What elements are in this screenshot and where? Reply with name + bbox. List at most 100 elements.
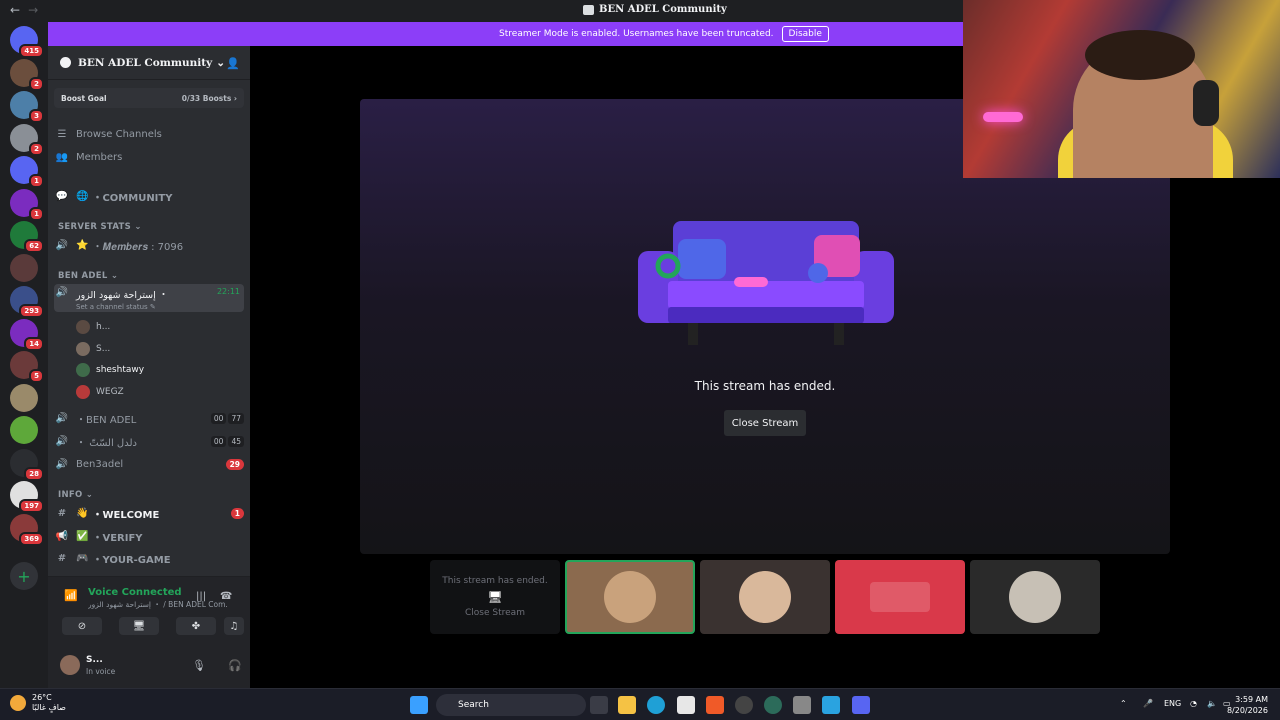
voice-channel-path[interactable]: إستراحة شهود الزور ・ / BEN ADEL Com... bbox=[88, 599, 228, 610]
active-voice-channel[interactable]: 🔊 إستراحة شهود الزور ・ Set a channel sta… bbox=[54, 284, 244, 312]
server-icon[interactable]: 1 bbox=[10, 156, 44, 188]
soundboard-icon[interactable]: ♫ bbox=[224, 617, 244, 635]
server-icon[interactable]: 197 bbox=[10, 481, 44, 513]
server-icon[interactable]: 369 bbox=[10, 513, 44, 546]
headphones-icon[interactable]: 🎧 bbox=[228, 659, 242, 672]
window-title-text: BEN ADEL Community bbox=[599, 4, 727, 15]
avatar bbox=[76, 384, 90, 399]
server-icon[interactable]: 415 bbox=[10, 26, 44, 58]
back-arrow-icon[interactable]: ← bbox=[10, 3, 20, 17]
microphone-icon[interactable]: 🎤 bbox=[1143, 699, 1153, 708]
screen-share-icon[interactable]: 🖥 bbox=[119, 617, 159, 635]
clock[interactable]: 3:59 AM 8/20/2026 bbox=[1227, 694, 1268, 716]
activities-icon[interactable]: ✤ bbox=[176, 617, 216, 635]
settings-icon[interactable] bbox=[793, 696, 811, 714]
wifi-icon[interactable]: ◔ bbox=[1190, 699, 1197, 708]
avatar bbox=[1009, 571, 1061, 623]
avatar[interactable] bbox=[60, 655, 80, 675]
app-icon[interactable] bbox=[764, 696, 782, 714]
signal-icon: 📶 bbox=[64, 589, 78, 602]
category-server-stats[interactable]: SERVER STATS ⌄ bbox=[58, 222, 142, 232]
voice-member[interactable]: h... bbox=[76, 318, 110, 336]
add-server-button[interactable]: + bbox=[10, 562, 38, 590]
server-icon[interactable]: 293 bbox=[10, 286, 44, 318]
channel-community[interactable]: 💬 🌐 ・COMMUNITY bbox=[54, 186, 244, 206]
chevron-up-icon[interactable]: ⌃ bbox=[1120, 699, 1127, 708]
language-indicator[interactable]: ENG bbox=[1164, 699, 1181, 708]
category-ben-adel[interactable]: BEN ADEL ⌄ bbox=[58, 271, 118, 281]
task-view-icon[interactable] bbox=[590, 696, 608, 714]
app-icon[interactable] bbox=[822, 696, 840, 714]
microphone-icon[interactable]: 🎙 bbox=[192, 659, 206, 672]
file-explorer-icon[interactable] bbox=[618, 696, 636, 714]
participant-tile[interactable] bbox=[970, 560, 1100, 634]
weather-widget[interactable]: 26°C صافٍ غالبًا bbox=[10, 693, 66, 713]
participant-tile[interactable] bbox=[700, 560, 830, 634]
voice-icon: 🔊 bbox=[55, 435, 69, 447]
channel-your-game[interactable]: # 🎮 ・YOUR-GAME bbox=[54, 548, 244, 568]
gamepad-icon: 🎮 bbox=[76, 552, 89, 564]
server-icon[interactable]: 2 bbox=[10, 123, 44, 156]
channel-ben3adel[interactable]: 🔊 Ben3adel 29 bbox=[54, 454, 244, 474]
members-stat-label: ・𝑴𝒆𝒎𝒃𝒆𝒓𝒔 : 7096 bbox=[92, 241, 184, 253]
voice-member[interactable]: S... bbox=[76, 340, 110, 358]
windows-start-icon[interactable] bbox=[410, 696, 428, 714]
vc3-counts: 00 45 bbox=[210, 435, 244, 447]
unread-badge: 2 bbox=[29, 76, 44, 91]
server-icon[interactable]: 2 bbox=[10, 58, 44, 91]
participant-tile[interactable] bbox=[835, 560, 965, 634]
channel-members-stat[interactable]: 🔊 ⭐ ・𝑴𝒆𝒎𝒃𝒆𝒓𝒔 : 7096 bbox=[54, 235, 244, 255]
tile-close-text: Close Stream bbox=[465, 608, 525, 618]
server-icon[interactable]: 1 bbox=[10, 188, 44, 221]
server-icon[interactable] bbox=[10, 416, 38, 444]
volume-icon[interactable]: 🔈 bbox=[1207, 699, 1217, 708]
brave-icon[interactable] bbox=[706, 696, 724, 714]
vc2-label: ・BEN ADEL bbox=[76, 414, 137, 426]
discord-taskbar-icon[interactable] bbox=[852, 696, 870, 714]
members-link[interactable]: 👥 Members bbox=[54, 147, 244, 167]
channel-ben-adel[interactable]: 🔊 ・BEN ADEL 00 77 bbox=[54, 408, 244, 428]
members-label: Members bbox=[76, 151, 123, 163]
invite-people-icon[interactable]: 👤 bbox=[226, 57, 240, 70]
weather-icon bbox=[10, 695, 26, 711]
server-icon[interactable]: 3 bbox=[10, 91, 44, 123]
close-stream-button[interactable]: Close Stream bbox=[724, 410, 806, 436]
channel-verify[interactable]: 📢 ✅ ・VERIFY bbox=[54, 526, 244, 546]
channel-welcome[interactable]: # 👋 ・WELCOME 1 bbox=[54, 503, 244, 523]
server-icon[interactable] bbox=[10, 253, 38, 282]
app-icon[interactable] bbox=[735, 696, 753, 714]
voice-member[interactable]: WEGZ bbox=[76, 383, 124, 401]
server-icon[interactable]: 62 bbox=[10, 221, 44, 253]
server-icon[interactable]: 28 bbox=[10, 448, 44, 481]
avatar bbox=[870, 582, 930, 612]
verify-label: ・VERIFY bbox=[92, 532, 143, 544]
noise-suppression-icon[interactable]: ||| bbox=[196, 591, 206, 602]
forward-arrow-icon[interactable]: → bbox=[28, 3, 38, 17]
globe-icon: 🌐 bbox=[76, 190, 89, 202]
server-icon[interactable] bbox=[10, 383, 38, 412]
browse-channels[interactable]: ☰ Browse Channels bbox=[54, 124, 244, 144]
server-header[interactable]: BEN ADEL Community ⌄ 👤 bbox=[48, 46, 250, 80]
disconnect-icon[interactable]: ☎ bbox=[220, 591, 232, 602]
announcement-icon: 📢 bbox=[55, 530, 69, 542]
browse-label: Browse Channels bbox=[76, 128, 162, 140]
voice-member[interactable]: sheshtawy bbox=[76, 361, 144, 379]
voice-panel: 📶 Voice Connected إستراحة شهود الزور ・ /… bbox=[48, 576, 250, 688]
category-info[interactable]: INFO ⌄ bbox=[58, 490, 93, 500]
boost-goal[interactable]: Boost Goal 0/33 Boosts › bbox=[54, 88, 244, 108]
store-icon[interactable] bbox=[677, 696, 695, 714]
channel-vc3[interactable]: 🔊 ・ دلدل السّتّ 00 45 bbox=[54, 431, 244, 451]
server-icon[interactable]: 5 bbox=[10, 351, 44, 383]
server-icon[interactable]: 14 bbox=[10, 318, 44, 351]
stream-tile-ended[interactable]: This stream has ended. 🖥 Close Stream bbox=[430, 560, 560, 634]
channel-status-prompt[interactable]: Set a channel status ✎ bbox=[76, 303, 217, 311]
taskbar-search[interactable]: Search bbox=[436, 694, 586, 716]
disable-button[interactable]: Disable bbox=[781, 26, 829, 42]
nav-arrows[interactable]: ← → bbox=[10, 3, 46, 17]
voice-connected[interactable]: Voice Connected bbox=[88, 587, 182, 598]
server-name: BEN ADEL Community bbox=[78, 56, 213, 69]
camera-off-icon[interactable]: ⊘ bbox=[62, 617, 102, 635]
webcam-overlay bbox=[963, 0, 1280, 178]
edge-icon[interactable] bbox=[647, 696, 665, 714]
participant-tile[interactable] bbox=[565, 560, 695, 634]
